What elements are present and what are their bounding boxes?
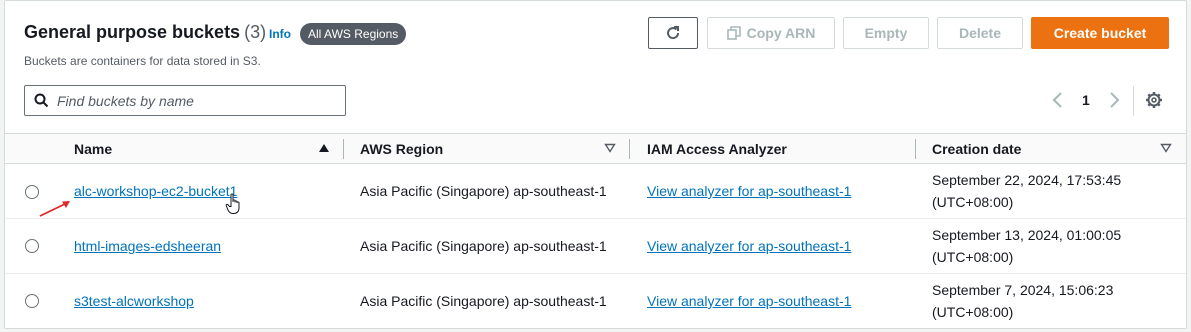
creation-date: September 13, 2024, 01:00:05	[932, 227, 1122, 243]
search-icon	[34, 93, 49, 108]
table-row[interactable]: html-images-edsheeran Asia Pacific (Sing…	[5, 219, 1186, 274]
analyzer-link[interactable]: View analyzer for ap-southeast-1	[647, 183, 851, 199]
analyzer-link[interactable]: View analyzer for ap-southeast-1	[647, 238, 851, 254]
analyzer-link[interactable]: View analyzer for ap-southeast-1	[647, 293, 851, 309]
hand-cursor-icon	[225, 193, 240, 214]
bucket-name-link[interactable]: alc-workshop-ec2-bucket1	[74, 183, 237, 199]
create-bucket-button[interactable]: Create bucket	[1031, 17, 1169, 49]
page-number[interactable]: 1	[1082, 92, 1090, 108]
search-box[interactable]	[24, 85, 346, 116]
table-header: Name AWS Region IAM Access Analyzer Crea…	[5, 133, 1186, 164]
page-subtitle: Buckets are containers for data stored i…	[24, 54, 261, 68]
gear-icon[interactable]	[1145, 91, 1163, 109]
bucket-region: Asia Pacific (Singapore) ap-southeast-1	[360, 238, 607, 254]
chevron-left-icon[interactable]	[1051, 91, 1065, 109]
copy-icon	[726, 26, 741, 40]
info-link[interactable]: Info	[269, 27, 291, 41]
column-divider[interactable]	[343, 139, 344, 159]
annotation-arrow-icon	[39, 201, 70, 217]
column-creation-date[interactable]: Creation date	[932, 141, 1021, 157]
creation-timezone: (UTC+08:00)	[932, 304, 1014, 320]
title-text: General purpose buckets	[24, 22, 241, 42]
bucket-count: (3)	[244, 22, 267, 42]
search-input[interactable]	[57, 87, 339, 114]
delete-button[interactable]: Delete	[937, 17, 1023, 49]
column-analyzer: IAM Access Analyzer	[647, 141, 787, 157]
row-select-radio[interactable]	[25, 239, 39, 253]
bucket-region: Asia Pacific (Singapore) ap-southeast-1	[360, 293, 607, 309]
row-select-radio[interactable]	[25, 294, 39, 308]
bucket-name-link[interactable]: s3test-alcworkshop	[74, 293, 194, 309]
pager-divider	[1133, 86, 1134, 116]
regions-badge: All AWS Regions	[300, 23, 407, 45]
column-name[interactable]: Name	[74, 141, 112, 157]
copy-arn-button[interactable]: Copy ARN	[707, 17, 835, 49]
refresh-button[interactable]	[648, 17, 698, 49]
bucket-name-link[interactable]: html-images-edsheeran	[74, 238, 221, 254]
empty-button[interactable]: Empty	[843, 17, 929, 49]
column-divider[interactable]	[629, 139, 630, 159]
creation-date: September 7, 2024, 15:06:23	[932, 282, 1114, 298]
page-title: General purpose buckets (3)	[24, 22, 266, 43]
creation-timezone: (UTC+08:00)	[932, 249, 1014, 265]
copy-arn-label: Copy ARN	[746, 25, 816, 41]
refresh-icon	[667, 26, 680, 40]
creation-date: September 22, 2024, 17:53:45	[932, 172, 1122, 188]
column-divider[interactable]	[915, 139, 916, 159]
column-region[interactable]: AWS Region	[360, 141, 443, 157]
row-select-radio[interactable]	[25, 185, 39, 199]
bucket-region: Asia Pacific (Singapore) ap-southeast-1	[360, 183, 607, 199]
sort-icon[interactable]	[1160, 143, 1172, 153]
creation-timezone: (UTC+08:00)	[932, 194, 1014, 210]
buckets-panel: General purpose buckets (3) Info All AWS …	[4, 0, 1187, 329]
chevron-right-icon[interactable]	[1107, 91, 1121, 109]
table-row[interactable]: s3test-alcworkshop Asia Pacific (Singapo…	[5, 274, 1186, 328]
sort-icon[interactable]	[604, 143, 616, 153]
sort-ascending-icon[interactable]	[318, 143, 330, 153]
table-row[interactable]: alc-workshop-ec2-bucket1 Asia Pacific (S…	[5, 165, 1186, 219]
